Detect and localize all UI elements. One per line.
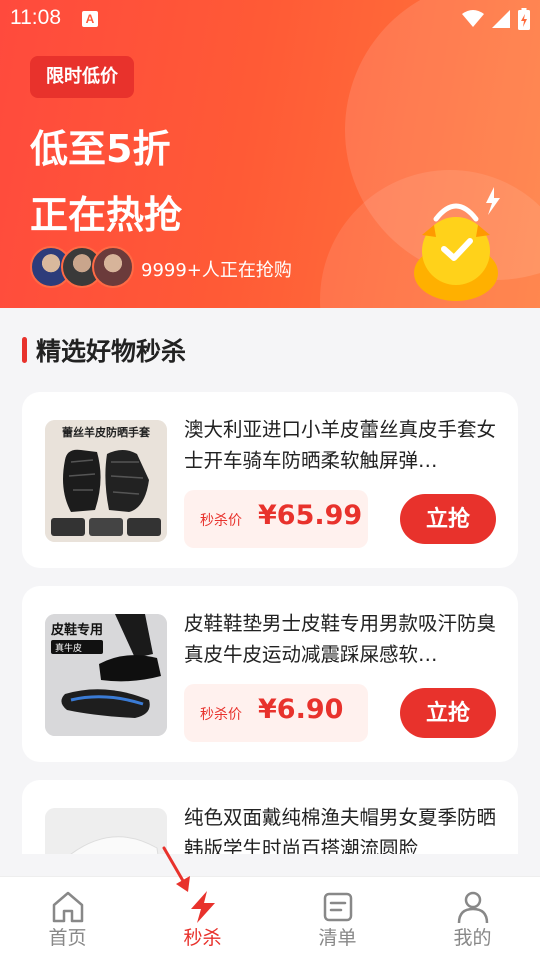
status-time: 11:08 bbox=[10, 6, 61, 29]
hat-image bbox=[45, 808, 167, 854]
bottom-navigation: 首页 秒杀 清单 我的 bbox=[0, 876, 540, 960]
insoles-image: 皮鞋专用 真牛皮 bbox=[45, 614, 167, 736]
nav-list[interactable]: 清单 bbox=[270, 877, 405, 960]
price-box: 秒杀价 ¥65.99 bbox=[184, 490, 368, 548]
hero-headline: 低至5折 bbox=[30, 127, 171, 171]
battery-charging-icon bbox=[518, 8, 530, 30]
hero-banner: 11:08 A 限时低价 低至5折 正在热抢 9999+人正在抢购 bbox=[0, 0, 540, 308]
product-card[interactable]: 蕾丝羊皮防晒手套 澳大利亚进口小羊皮蕾丝真皮手套女士开车骑车防晒柔软触屏弹… 秒… bbox=[22, 392, 518, 568]
product-card[interactable]: 纯色双面戴纯棉渔夫帽男女夏季防晒韩版学生时尚百搭潮流圆脸 bbox=[22, 780, 518, 854]
nav-label: 清单 bbox=[318, 927, 357, 949]
section-title: 精选好物秒杀 bbox=[36, 337, 187, 366]
buyers-count-text: 9999+人正在抢购 bbox=[141, 260, 292, 281]
status-bar: 11:08 A bbox=[0, 0, 540, 36]
nav-label: 首页 bbox=[48, 927, 87, 949]
product-title[interactable]: 澳大利亚进口小羊皮蕾丝真皮手套女士开车骑车防晒柔软触屏弹… bbox=[184, 414, 500, 476]
price-box: 秒杀价 ¥6.90 bbox=[184, 684, 368, 742]
thumb-caption: 蕾丝羊皮防晒手套 bbox=[62, 425, 151, 439]
buy-now-button[interactable]: 立抢 bbox=[400, 688, 496, 738]
gloves-image: 蕾丝羊皮防晒手套 bbox=[45, 420, 167, 542]
home-icon bbox=[52, 891, 83, 923]
nav-label: 秒杀 bbox=[183, 927, 222, 949]
product-title[interactable]: 纯色双面戴纯棉渔夫帽男女夏季防晒韩版学生时尚百搭潮流圆脸 bbox=[184, 802, 500, 854]
nav-profile[interactable]: 我的 bbox=[405, 877, 540, 960]
price-label: 秒杀价 bbox=[200, 513, 242, 529]
product-thumbnail-gloves[interactable]: 蕾丝羊皮防晒手套 bbox=[45, 420, 167, 542]
user-icon bbox=[457, 891, 488, 924]
price-label: 秒杀价 bbox=[200, 707, 242, 723]
product-card[interactable]: 皮鞋专用 真牛皮 皮鞋鞋垫男士皮鞋专用男款吸汗防臭真皮牛皮运动减震踩屎感软… 秒… bbox=[22, 586, 518, 762]
buyer-avatars bbox=[30, 246, 134, 288]
limited-price-tag: 限时低价 bbox=[30, 56, 134, 98]
product-price: ¥65.99 bbox=[258, 500, 363, 531]
status-icons bbox=[462, 8, 530, 30]
product-title[interactable]: 皮鞋鞋垫男士皮鞋专用男款吸汗防臭真皮牛皮运动减震踩屎感软… bbox=[184, 608, 500, 670]
list-viewport-clip: 纯色双面戴纯棉渔夫帽男女夏季防晒韩版学生时尚百搭潮流圆脸 bbox=[0, 780, 540, 854]
product-thumbnail-insoles[interactable]: 皮鞋专用 真牛皮 bbox=[45, 614, 167, 736]
wifi-icon bbox=[462, 10, 484, 27]
thumb-caption: 皮鞋专用 bbox=[50, 622, 103, 638]
product-thumbnail-hat[interactable] bbox=[45, 808, 167, 854]
section-accent-bar bbox=[22, 337, 27, 363]
signal-icon bbox=[492, 10, 510, 28]
app-notification-icon: A bbox=[82, 11, 98, 27]
thumb-subcaption: 真牛皮 bbox=[55, 642, 82, 654]
nav-flash-sale[interactable]: 秒杀 bbox=[135, 877, 270, 960]
avatar bbox=[92, 246, 134, 288]
hero-subheadline: 正在热抢 bbox=[30, 193, 183, 237]
product-price: ¥6.90 bbox=[258, 694, 344, 725]
buy-now-button[interactable]: 立抢 bbox=[400, 494, 496, 544]
alarm-clock-icon bbox=[414, 187, 500, 301]
nav-home[interactable]: 首页 bbox=[0, 877, 135, 960]
annotation-arrow-icon bbox=[162, 846, 190, 892]
list-icon bbox=[323, 892, 352, 922]
nav-label: 我的 bbox=[453, 927, 492, 949]
